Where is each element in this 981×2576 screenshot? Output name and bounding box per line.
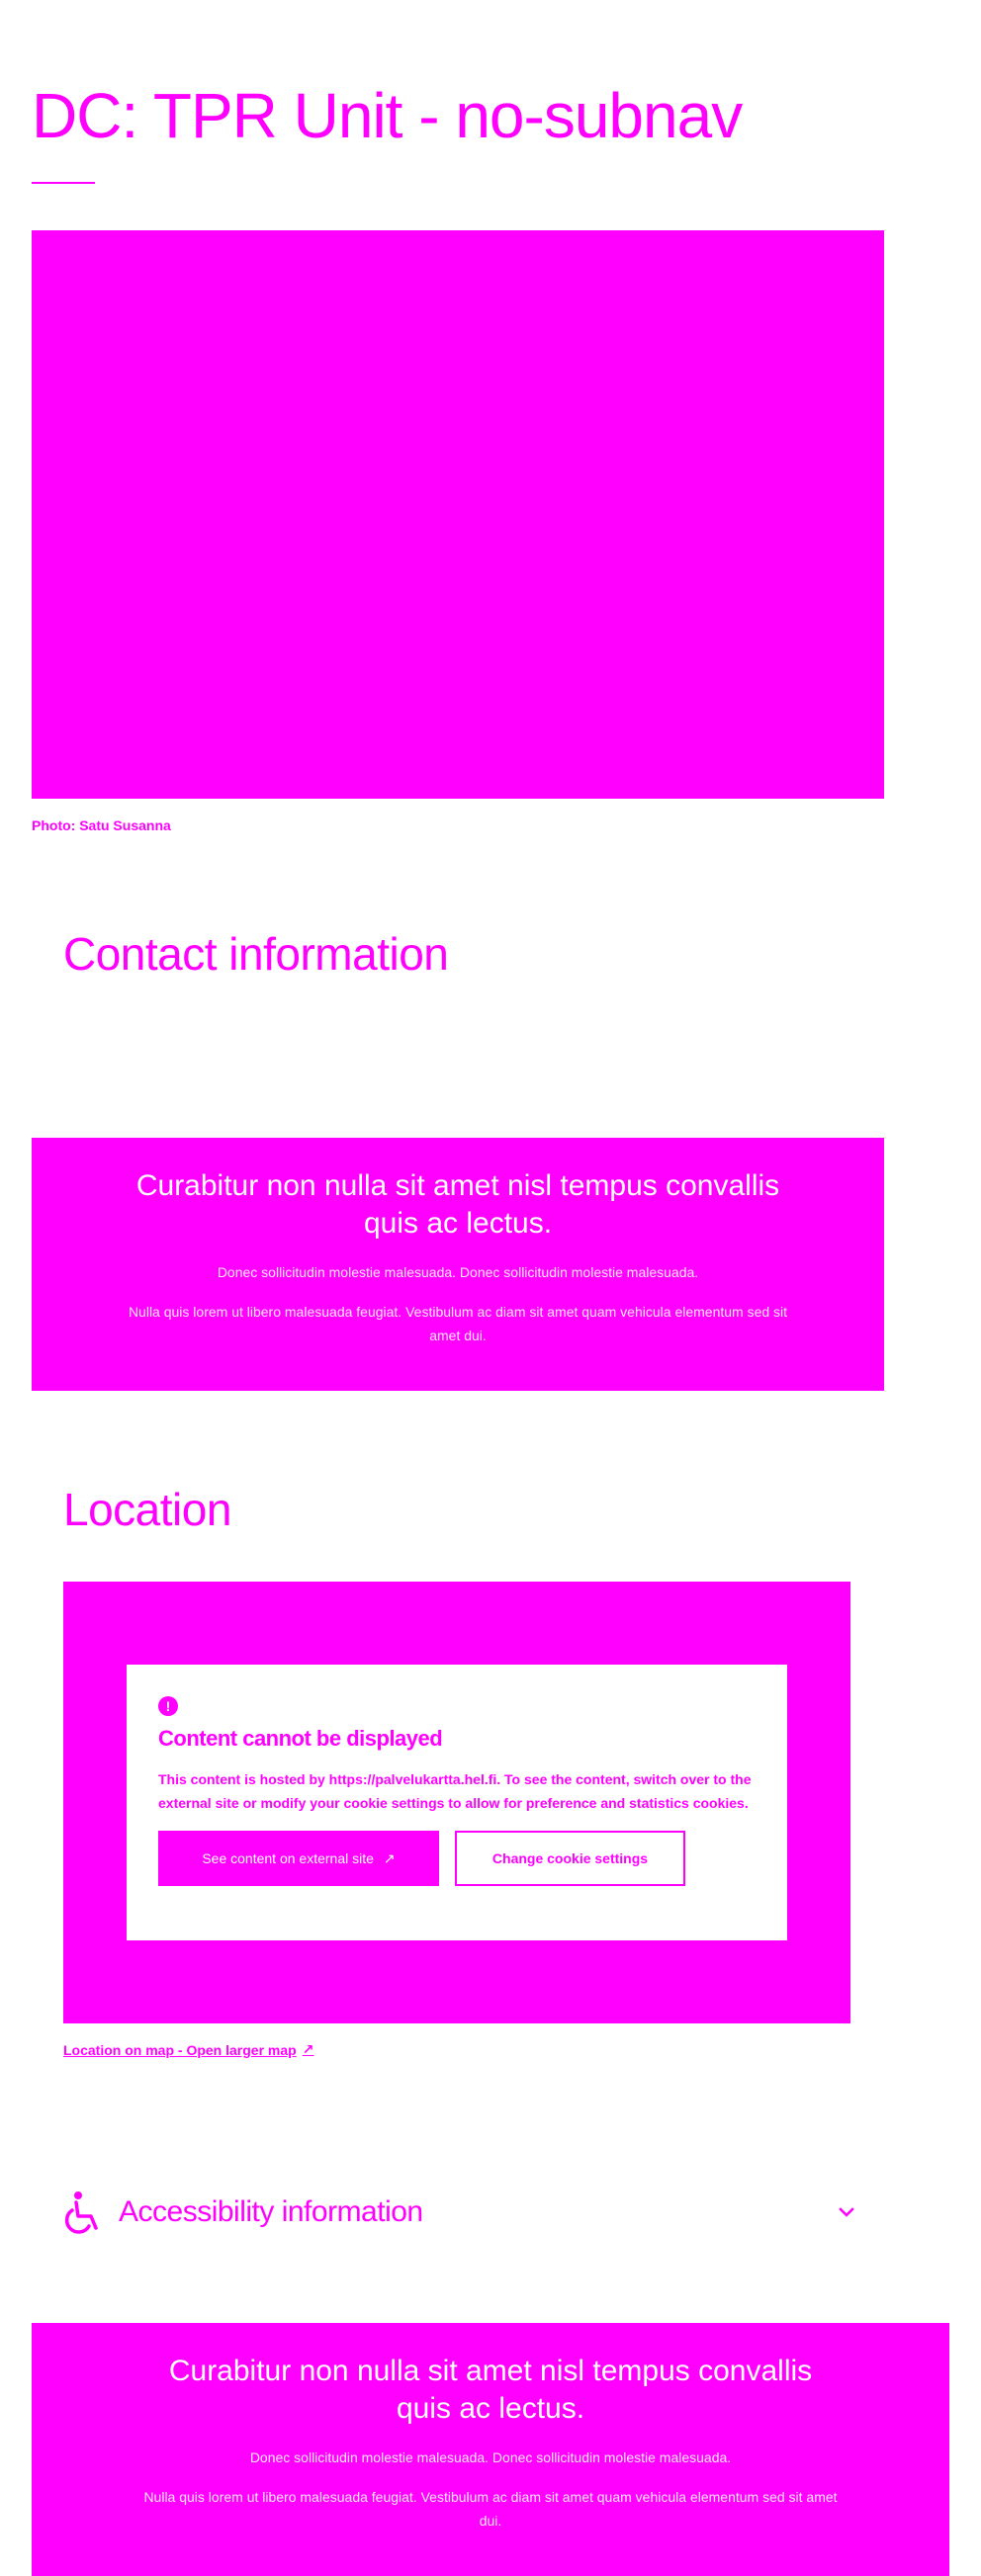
wheelchair-icon xyxy=(64,2191,98,2234)
map-placeholder: ! Content cannot be displayed This conte… xyxy=(63,1582,850,2023)
map-link-label: Location on map - Open larger map xyxy=(63,2041,297,2058)
photo-credit: Photo: Satu Susanna xyxy=(32,817,171,833)
accessibility-title: Accessibility information xyxy=(119,2195,423,2228)
external-link-icon: ↗ xyxy=(302,2041,314,2057)
external-link-icon: ↗ xyxy=(383,1849,396,1866)
promo-text: Nulla quis lorem ut libero malesuada feu… xyxy=(143,2489,838,2529)
promo-banner: Curabitur non nulla sit amet nisl tempus… xyxy=(32,1138,884,1391)
promo-title: Curabitur non nulla sit amet nisl tempus… xyxy=(135,1169,780,1240)
promo-title: Curabitur non nulla sit amet nisl tempus… xyxy=(168,2355,813,2425)
cookie-consent-box: ! Content cannot be displayed This conte… xyxy=(127,1665,787,1940)
page-title: DC: TPR Unit - no-subnav xyxy=(32,80,743,151)
see-content-external-label: See content on external site xyxy=(202,1850,374,1866)
accessibility-accordion[interactable]: Accessibility information xyxy=(63,2187,858,2238)
consent-title: Content cannot be displayed xyxy=(158,1726,443,1751)
consent-actions: See content on external site ↗ Change co… xyxy=(158,1831,756,1886)
location-heading: Location xyxy=(63,1484,231,1535)
hero-image xyxy=(32,230,884,799)
title-divider xyxy=(32,182,95,184)
alert-icon: ! xyxy=(158,1696,178,1716)
open-larger-map-link[interactable]: Location on map - Open larger map ↗ xyxy=(63,2041,313,2058)
chevron-down-icon xyxy=(839,2207,854,2217)
contact-information-heading: Contact information xyxy=(63,928,449,980)
promo-banner: Curabitur non nulla sit amet nisl tempus… xyxy=(32,2323,949,2576)
promo-text: Donec sollicitudin molestie malesuada. D… xyxy=(249,2449,732,2465)
see-content-external-button[interactable]: See content on external site ↗ xyxy=(158,1831,439,1886)
promo-text: Donec sollicitudin molestie malesuada. D… xyxy=(217,1264,699,1280)
promo-text: Nulla quis lorem ut libero malesuada feu… xyxy=(128,1304,788,1343)
change-cookie-settings-button[interactable]: Change cookie settings xyxy=(455,1831,685,1886)
consent-text: This content is hosted by https://palvel… xyxy=(158,1771,752,1811)
